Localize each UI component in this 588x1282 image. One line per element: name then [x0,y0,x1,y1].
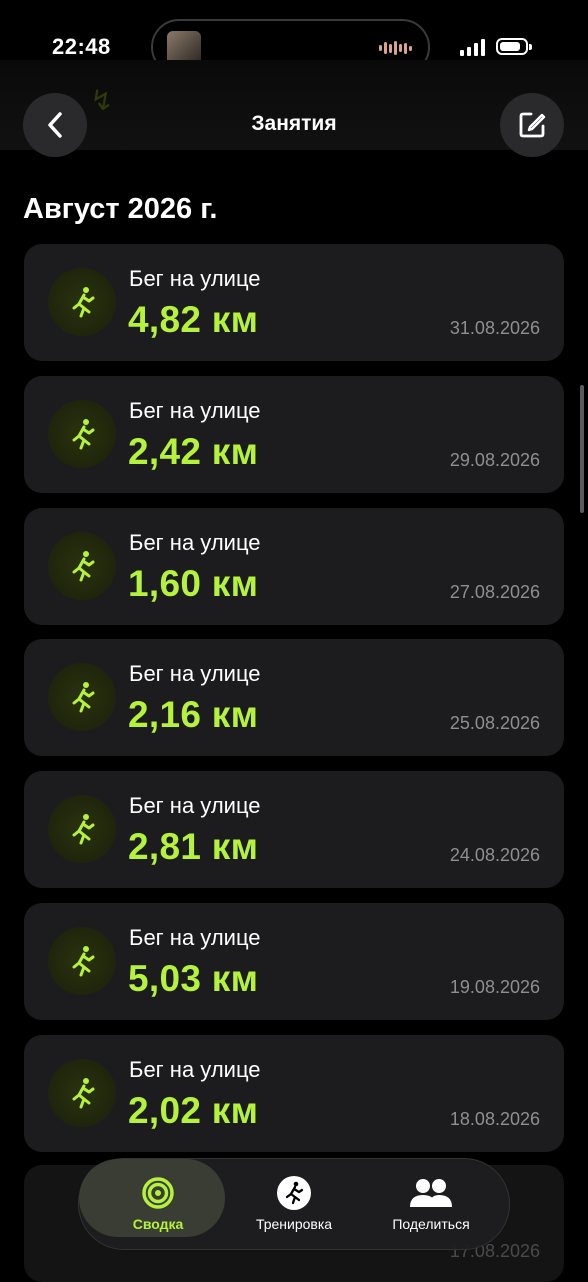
workout-type: Бег на улице [129,398,261,423]
status-time: 22:48 [52,34,111,59]
tab-label: Поделиться [392,1216,470,1232]
tab-summary[interactable]: Сводка [85,1159,231,1249]
running-figure-icon [48,400,116,468]
workout-date: 24.08.2026 [449,845,540,865]
workout-distance: 2,02 км [128,1090,259,1131]
tab-label: Тренировка [255,1216,333,1232]
tab-share[interactable]: Поделиться [369,1159,493,1249]
workout-type: Бег на улице [129,530,261,555]
audio-waveform-icon [379,40,412,56]
scrolled-content-behind-header: ↯ [0,60,588,150]
workout-type: Бег на улице [129,266,261,291]
running-figure-icon [48,663,116,731]
workout-date: 19.08.2026 [449,977,540,997]
workout-type: Бег на улице [129,793,261,818]
running-figure-icon [48,927,116,995]
workout-distance: 1,60 км [128,563,259,604]
running-figure-icon [48,268,116,336]
workout-date: 27.08.2026 [449,582,540,602]
workout-card[interactable]: Бег на улице 5,03 км 19.08.2026 [24,903,564,1020]
workout-type: Бег на улице [129,1057,261,1082]
workout-distance: 5,03 км [128,958,259,999]
cellular-signal-icon [460,38,485,56]
compose-icon [519,112,546,138]
scrollbar[interactable] [580,385,584,513]
workout-date: 31.08.2026 [449,318,540,338]
workout-card[interactable]: Бег на улице 4,82 км 31.08.2026 [24,244,564,361]
tab-workout[interactable]: Тренировка [239,1159,349,1249]
workout-date: 18.08.2026 [449,1109,540,1129]
tab-label: Сводка [132,1216,184,1232]
workout-type: Бег на улице [129,661,261,686]
workout-distance: 4,82 км [128,299,259,340]
workout-card[interactable]: Бег на улице 2,02 км 18.08.2026 [24,1035,564,1152]
workout-distance: 2,81 км [128,826,259,867]
workout-date: 29.08.2026 [449,450,540,470]
tab-bar: Сводка Тренировка Поделиться [78,1158,510,1250]
running-figure-icon [277,1176,311,1210]
running-figure-icon [48,1059,116,1127]
battery-icon [496,38,532,55]
people-icon [410,1179,452,1207]
workout-card[interactable]: Бег на улице 1,60 км 27.08.2026 [24,508,564,625]
running-figure-icon [48,795,116,863]
edit-button[interactable] [500,93,564,157]
workout-date: 25.08.2026 [449,713,540,733]
workout-distance: 2,16 км [128,694,259,735]
workout-distance: 2,42 км [128,431,259,472]
month-section-title: Август 2026 г. [23,193,218,225]
running-figure-icon [48,532,116,600]
workout-card[interactable]: Бег на улице 2,16 км 25.08.2026 [24,639,564,756]
workout-card[interactable]: Бег на улице 2,42 км 29.08.2026 [24,376,564,493]
workout-card[interactable]: Бег на улице 2,81 км 24.08.2026 [24,771,564,888]
activity-rings-icon [142,1177,174,1209]
workout-type: Бег на улице [129,925,261,950]
